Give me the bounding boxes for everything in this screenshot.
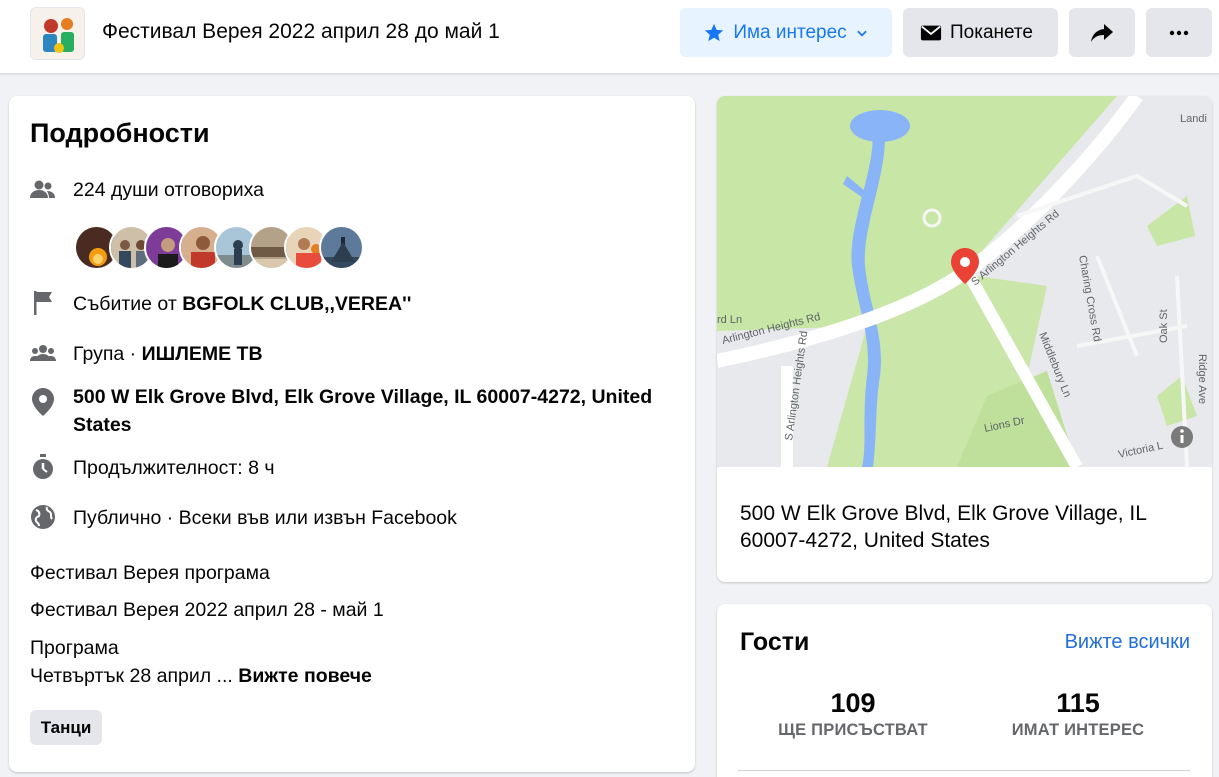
event-cover-thumbnail[interactable]	[30, 7, 85, 60]
interested-button[interactable]: Има интерес	[680, 8, 892, 57]
address-link[interactable]: 500 W Elk Grove Blvd, Elk Grove Village,…	[73, 383, 673, 439]
flag-icon	[34, 291, 52, 315]
going-count: 109	[830, 688, 876, 718]
map-label: Landi	[1180, 113, 1207, 125]
star-icon	[705, 23, 724, 41]
description-line: Програма	[30, 637, 119, 659]
attendee-avatars[interactable]	[74, 225, 364, 270]
privacy-row: Публично · Всеки във или извън Facebook	[30, 504, 457, 532]
globe-icon	[31, 505, 55, 529]
group-row: Група · ИШЛЕМЕ ТВ	[30, 340, 263, 368]
interested-label: ИМАТ ИНТЕРЕС	[1011, 721, 1145, 739]
description-line: Фестивал Верея 2022 април 28 - май 1	[30, 599, 384, 621]
people-icon	[30, 180, 55, 198]
event-header-bar: Фестивал Верея 2022 април 28 до май 1 Им…	[0, 0, 1219, 74]
more-options-button[interactable]	[1146, 8, 1212, 57]
group-icon	[30, 345, 56, 361]
chevron-down-icon	[856, 30, 867, 37]
going-stat[interactable]: 109 ЩЕ ПРИСЪСТВАТ	[738, 688, 968, 740]
guests-title: Гости	[740, 628, 810, 656]
divider	[738, 770, 1190, 771]
ellipsis-icon	[1169, 30, 1189, 35]
map-card: Arlington Heights Rd S Arlington Heights…	[717, 96, 1212, 582]
interested-count: 115	[1056, 688, 1100, 718]
avatar[interactable]	[319, 225, 364, 270]
map-address: 500 W Elk Grove Blvd, Elk Grove Village,…	[740, 502, 1147, 552]
invite-button-label: Поканете	[949, 21, 1033, 43]
responded-count: 224 души отговориха	[73, 179, 265, 201]
share-arrow-icon	[1091, 23, 1113, 42]
duration-text: Продължителност: 8 ч	[73, 457, 275, 479]
privacy-text: Публично · Всеки във или извън Facebook	[73, 507, 457, 529]
details-card: Подробности 224 души отговориха Събитие …	[9, 96, 695, 772]
address-row: 500 W Elk Grove Blvd, Elk Grove Village,…	[30, 383, 673, 439]
guests-card: Гости Вижте всички 109 ЩЕ ПРИСЪСТВАТ 115…	[717, 604, 1212, 777]
event-by-row: Събитие от BGFOLK CLUB,,VEREA''	[30, 290, 411, 318]
location-pin-icon	[32, 388, 54, 416]
map-label: Ridge Ave	[1196, 354, 1208, 404]
share-button[interactable]	[1069, 8, 1135, 57]
duration-row: Продължителност: 8 ч	[30, 454, 275, 482]
envelope-icon	[920, 25, 942, 40]
category-tag[interactable]: Танци	[30, 710, 102, 745]
event-by-link[interactable]: BGFOLK CLUB,,VEREA''	[182, 293, 411, 315]
interested-button-label: Има интерес	[733, 21, 847, 43]
details-title: Подробности	[30, 118, 210, 148]
group-prefix: Група ·	[73, 343, 142, 365]
description-line: Четвъртък 28 април ... Вижте повече	[30, 662, 372, 690]
description-truncated: Четвъртък 28 април ...	[30, 665, 233, 687]
invite-button[interactable]: Поканете	[903, 8, 1058, 57]
group-link[interactable]: ИШЛЕМЕ ТВ	[142, 343, 263, 365]
see-all-guests-link[interactable]: Вижте всички	[1065, 631, 1190, 654]
see-more-link[interactable]: Вижте повече	[238, 665, 372, 687]
map-label: Oak St	[1158, 309, 1170, 343]
map-label: rd Ln	[717, 314, 742, 326]
going-label: ЩЕ ПРИСЪСТВАТ	[778, 721, 928, 739]
event-by-prefix: Събитие от	[73, 293, 183, 315]
event-title: Фестивал Верея 2022 април 28 до май 1	[102, 20, 500, 43]
map[interactable]: Arlington Heights Rd S Arlington Heights…	[717, 96, 1212, 467]
stopwatch-icon	[33, 454, 53, 479]
interested-stat[interactable]: 115 ИМАТ ИНТЕРЕС	[963, 688, 1193, 740]
description-line: Фестивал Верея програма	[30, 562, 270, 584]
responded-row[interactable]: 224 души отговориха	[30, 176, 264, 204]
map-info-icon[interactable]	[1171, 426, 1193, 448]
